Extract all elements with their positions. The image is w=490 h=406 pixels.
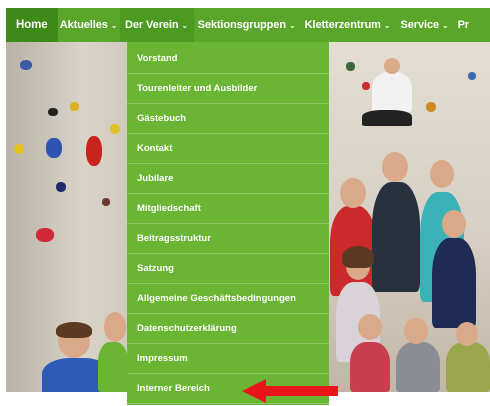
der-verein-dropdown-menu: Vorstand Tourenleiter und Ausbilder Gäst…: [127, 42, 329, 405]
person: [372, 72, 412, 112]
menu-item-gaestebuch[interactable]: Gästebuch: [127, 104, 329, 134]
nav-label: Aktuelles: [59, 19, 108, 31]
menu-item-datenschutz[interactable]: Datenschutzerklärung: [127, 314, 329, 344]
person-hair: [56, 322, 92, 338]
climbing-hold: [70, 102, 79, 111]
person-head: [340, 178, 366, 208]
climbing-hold: [36, 228, 54, 242]
nav-label: Home: [16, 19, 48, 31]
person-head: [456, 322, 478, 346]
main-menu-bar: Home Aktuelles ⌄ Der Verein ⌄ Sektionsgrup…: [6, 8, 490, 42]
climbing-hold: [14, 144, 24, 154]
climbing-hold: [46, 138, 62, 158]
nav-item-pr-truncated[interactable]: Pr: [454, 8, 473, 42]
arrow-shape: [242, 379, 338, 403]
climbing-hold: [346, 62, 355, 71]
person-head: [358, 314, 382, 340]
nav-label: Service: [400, 19, 440, 31]
nav-label: Pr: [457, 19, 470, 31]
chevron-down-icon: ⌄: [181, 20, 189, 30]
person-head: [430, 160, 454, 188]
menu-item-impressum[interactable]: Impressum: [127, 344, 329, 374]
nav-item-aktuelles[interactable]: Aktuelles ⌄: [58, 8, 120, 42]
red-arrow-annotation: [242, 379, 338, 403]
menu-item-satzung[interactable]: Satzung: [127, 254, 329, 284]
climbing-hold: [86, 136, 102, 166]
person-head: [104, 312, 126, 342]
chevron-down-icon: ⌄: [383, 20, 391, 30]
chevron-down-icon: ⌄: [441, 20, 449, 30]
nav-item-der-verein[interactable]: Der Verein ⌄: [119, 8, 194, 42]
person-head: [404, 318, 428, 344]
climbing-hold: [56, 182, 66, 192]
person: [362, 110, 412, 126]
person: [372, 182, 420, 292]
person: [396, 342, 440, 392]
person-head: [384, 58, 400, 74]
person-head: [382, 152, 408, 182]
nav-item-sektionsgruppen[interactable]: Sektionsgruppen ⌄: [194, 8, 300, 42]
chevron-down-icon: ⌄: [110, 20, 118, 30]
person: [350, 342, 390, 392]
climbing-hold: [362, 82, 370, 90]
person: [432, 238, 476, 328]
top-navigation: Home Aktuelles ⌄ Der Verein ⌄ Sektionsgrup…: [0, 0, 490, 42]
person: [98, 342, 128, 392]
nav-label: Kletterzentrum: [304, 19, 381, 31]
nav-label: Der Verein: [125, 19, 179, 31]
climbing-hold: [426, 102, 436, 112]
nav-label: Sektionsgruppen: [197, 19, 286, 31]
nav-item-home[interactable]: Home: [6, 8, 58, 42]
menu-item-jubilare[interactable]: Jubilare: [127, 164, 329, 194]
person: [446, 342, 490, 392]
menu-item-vorstand[interactable]: Vorstand: [127, 44, 329, 74]
nav-item-kletterzentrum[interactable]: Kletterzentrum ⌄: [300, 8, 396, 42]
person-hair: [342, 246, 374, 268]
climbing-hold: [110, 124, 120, 134]
menu-item-tourenleiter[interactable]: Tourenleiter und Ausbilder: [127, 74, 329, 104]
climbing-hold: [48, 108, 58, 116]
menu-item-agb[interactable]: Allgemeine Geschäftsbedingungen: [127, 284, 329, 314]
nav-item-service[interactable]: Service ⌄: [396, 8, 454, 42]
climbing-hold: [468, 72, 476, 80]
menu-item-beitragsstruktur[interactable]: Beitragsstruktur: [127, 224, 329, 254]
person-head: [442, 210, 466, 238]
chevron-down-icon: ⌄: [288, 20, 296, 30]
menu-item-mitgliedschaft[interactable]: Mitgliedschaft: [127, 194, 329, 224]
climbing-hold: [102, 198, 110, 206]
menu-item-kontakt[interactable]: Kontakt: [127, 134, 329, 164]
climbing-hold: [20, 60, 32, 70]
